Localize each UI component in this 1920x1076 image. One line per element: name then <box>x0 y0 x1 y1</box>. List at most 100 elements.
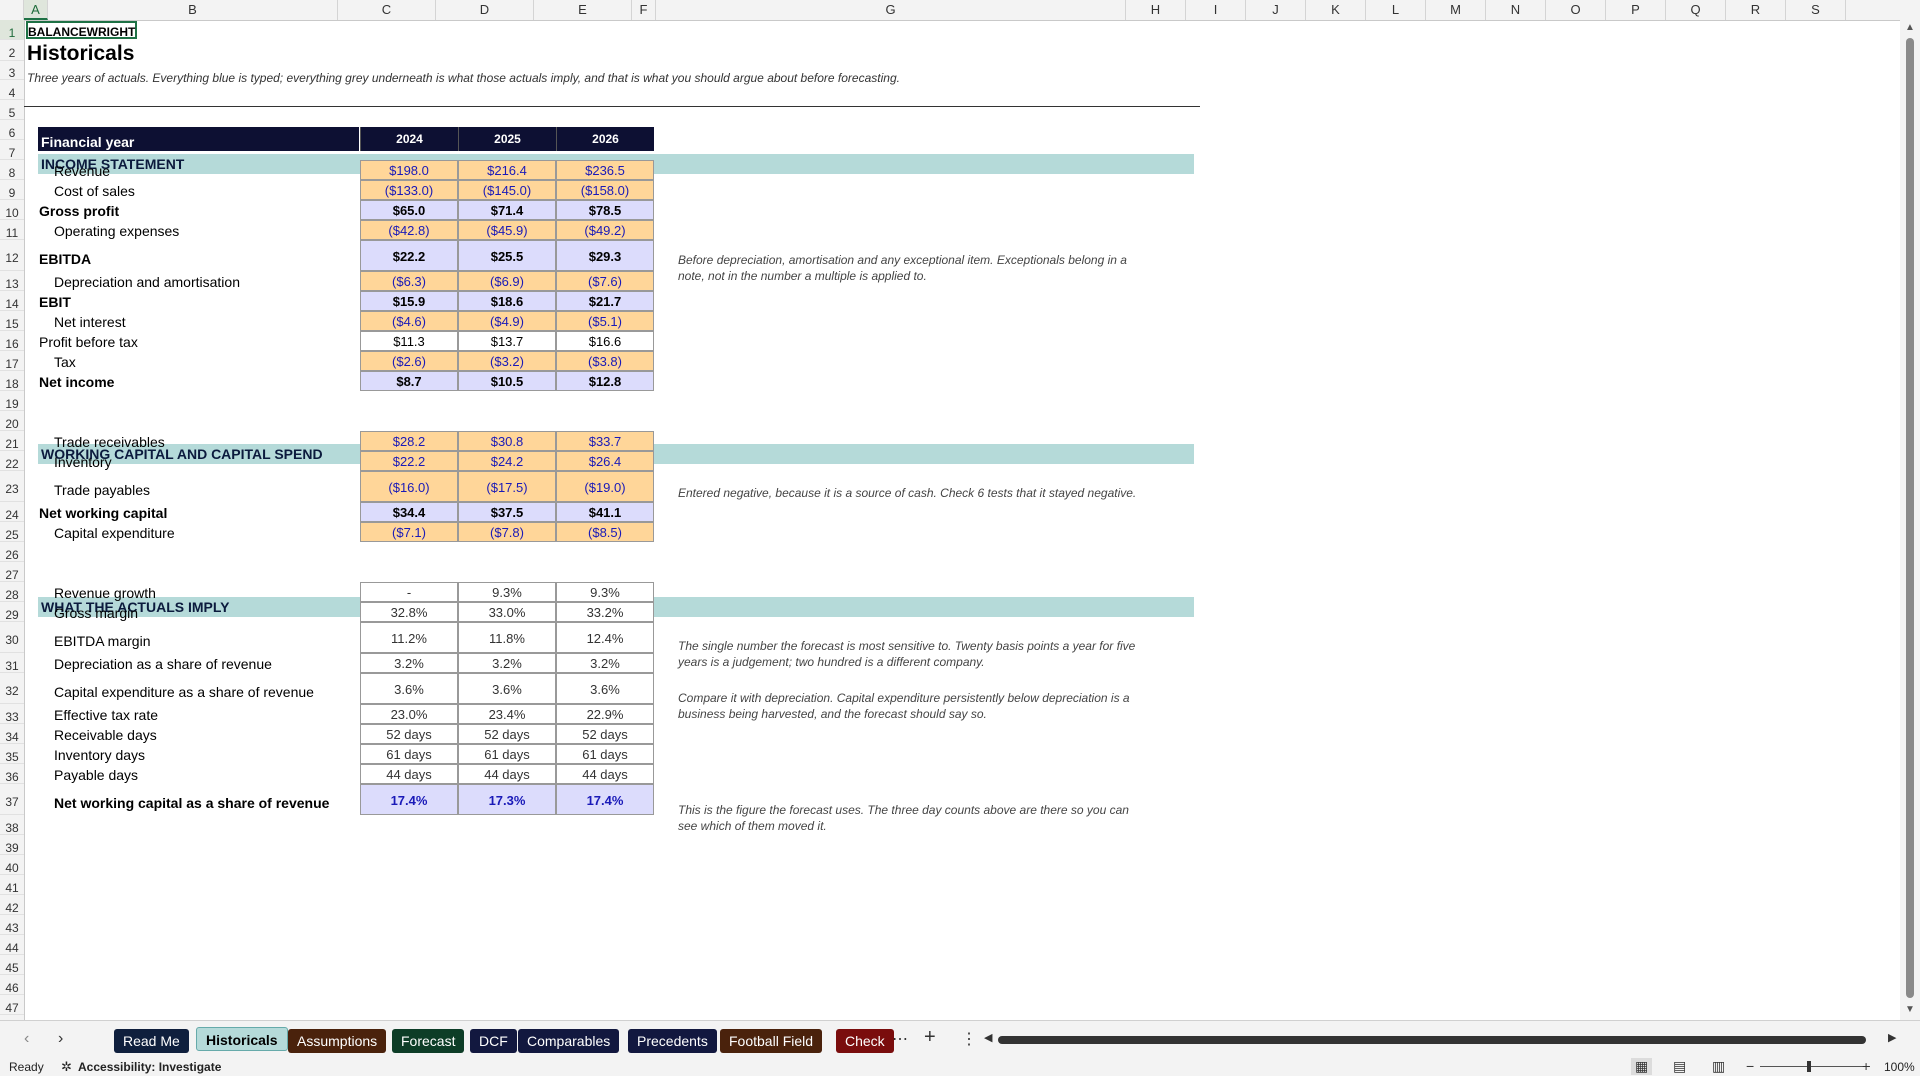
row-header-32[interactable]: 32 <box>0 673 24 704</box>
value-cell[interactable]: ($6.9) <box>458 271 556 291</box>
value-cell[interactable]: ($133.0) <box>360 180 458 200</box>
row-header-15[interactable]: 15 <box>0 311 24 331</box>
value-cell[interactable]: $22.2 <box>360 240 458 271</box>
sheet-tab-football-field[interactable]: Football Field <box>720 1029 823 1053</box>
row-header-28[interactable]: 28 <box>0 582 24 602</box>
row-header-8[interactable]: 8 <box>0 160 24 180</box>
value-cell[interactable]: $37.5 <box>458 502 556 522</box>
sheet-tab-precedents[interactable]: Precedents <box>628 1029 717 1053</box>
sheet-tab-assumptions[interactable]: Assumptions <box>288 1029 387 1053</box>
row-header-38[interactable]: 38 <box>0 815 24 835</box>
zoom-slider-handle[interactable] <box>1807 1061 1811 1072</box>
row-header-14[interactable]: 14 <box>0 291 24 311</box>
value-cell[interactable]: ($19.0) <box>556 471 654 502</box>
zoom-out-icon[interactable]: − <box>1746 1058 1754 1074</box>
sheet-tab-historicals[interactable]: Historicals <box>196 1027 288 1051</box>
value-cell[interactable]: $12.8 <box>556 371 654 391</box>
column-header-j[interactable]: J <box>1246 0 1306 20</box>
zoom-level[interactable]: 100% <box>1884 1060 1915 1074</box>
column-header-l[interactable]: L <box>1366 0 1426 20</box>
value-cell[interactable]: $78.5 <box>556 200 654 220</box>
column-header-p[interactable]: P <box>1606 0 1666 20</box>
value-cell[interactable]: 44 days <box>458 764 556 784</box>
value-cell[interactable]: 44 days <box>360 764 458 784</box>
row-header-23[interactable]: 23 <box>0 471 24 502</box>
vertical-scroll-thumb[interactable] <box>1906 38 1914 998</box>
value-cell[interactable]: 22.9% <box>556 704 654 724</box>
value-cell[interactable]: $30.8 <box>458 431 556 451</box>
value-cell[interactable]: $11.3 <box>360 331 458 351</box>
value-cell[interactable]: ($6.3) <box>360 271 458 291</box>
value-cell[interactable]: ($3.2) <box>458 351 556 371</box>
more-tabs-icon[interactable]: ⋯ <box>892 1029 908 1049</box>
accessibility-icon[interactable]: ✲ <box>61 1059 72 1075</box>
value-cell[interactable]: $28.2 <box>360 431 458 451</box>
vertical-scrollbar[interactable]: ▲ ▼ <box>1900 20 1920 1020</box>
value-cell[interactable]: ($49.2) <box>556 220 654 240</box>
row-header-7[interactable]: 7 <box>0 140 24 160</box>
value-cell[interactable]: ($16.0) <box>360 471 458 502</box>
sheet-tab-comparables[interactable]: Comparables <box>518 1029 620 1053</box>
tab-prev-icon[interactable]: ‹ <box>24 1030 29 1048</box>
row-header-42[interactable]: 42 <box>0 895 24 915</box>
value-cell[interactable]: ($45.9) <box>458 220 556 240</box>
value-cell[interactable]: 61 days <box>360 744 458 764</box>
row-header-12[interactable]: 12 <box>0 240 24 271</box>
row-header-45[interactable]: 45 <box>0 955 24 975</box>
row-header-11[interactable]: 11 <box>0 220 24 240</box>
row-header-10[interactable]: 10 <box>0 200 24 220</box>
value-cell[interactable]: - <box>360 582 458 602</box>
value-cell[interactable]: $26.4 <box>556 451 654 471</box>
value-cell[interactable]: $41.1 <box>556 502 654 522</box>
value-cell[interactable]: 52 days <box>458 724 556 744</box>
row-header-41[interactable]: 41 <box>0 875 24 895</box>
sheet-tab-check[interactable]: Check <box>836 1029 894 1053</box>
row-header-40[interactable]: 40 <box>0 855 24 875</box>
value-cell[interactable]: ($7.6) <box>556 271 654 291</box>
value-cell[interactable]: $15.9 <box>360 291 458 311</box>
row-header-21[interactable]: 21 <box>0 431 24 451</box>
value-cell[interactable]: 9.3% <box>556 582 654 602</box>
value-cell[interactable]: $71.4 <box>458 200 556 220</box>
row-header-24[interactable]: 24 <box>0 502 24 522</box>
select-all-corner[interactable] <box>0 0 24 20</box>
value-cell[interactable]: ($17.5) <box>458 471 556 502</box>
scroll-down-icon[interactable]: ▼ <box>1905 1004 1915 1015</box>
row-header-4[interactable]: 4 <box>0 80 24 100</box>
row-header-25[interactable]: 25 <box>0 522 24 542</box>
row-header-27[interactable]: 27 <box>0 562 24 582</box>
column-header-q[interactable]: Q <box>1666 0 1726 20</box>
value-cell[interactable]: 44 days <box>556 764 654 784</box>
row-header-33[interactable]: 33 <box>0 704 24 724</box>
row-header-5[interactable]: 5 <box>0 100 24 120</box>
value-cell[interactable]: 3.6% <box>458 673 556 704</box>
value-cell[interactable]: 9.3% <box>458 582 556 602</box>
sheet-tab-forecast[interactable]: Forecast <box>392 1029 465 1053</box>
value-cell[interactable]: 32.8% <box>360 602 458 622</box>
row-header-20[interactable]: 20 <box>0 411 24 431</box>
add-sheet-icon[interactable]: + <box>924 1026 936 1049</box>
value-cell[interactable]: $8.7 <box>360 371 458 391</box>
value-cell[interactable]: 11.2% <box>360 622 458 653</box>
column-header-o[interactable]: O <box>1546 0 1606 20</box>
value-cell[interactable]: ($7.1) <box>360 522 458 542</box>
value-cell[interactable]: 3.6% <box>360 673 458 704</box>
value-cell[interactable]: $22.2 <box>360 451 458 471</box>
sheet-tab-read-me[interactable]: Read Me <box>114 1029 189 1053</box>
value-cell[interactable]: 33.0% <box>458 602 556 622</box>
value-cell[interactable]: 3.6% <box>556 673 654 704</box>
value-cell[interactable]: 11.8% <box>458 622 556 653</box>
value-cell[interactable]: ($2.6) <box>360 351 458 371</box>
sheet-options-icon[interactable]: ⋮ <box>961 1029 977 1049</box>
value-cell[interactable]: ($4.9) <box>458 311 556 331</box>
value-cell[interactable]: 23.4% <box>458 704 556 724</box>
row-header-47[interactable]: 47 <box>0 995 24 1015</box>
value-cell[interactable]: $21.7 <box>556 291 654 311</box>
row-header-16[interactable]: 16 <box>0 331 24 351</box>
row-header-39[interactable]: 39 <box>0 835 24 855</box>
value-cell[interactable]: $24.2 <box>458 451 556 471</box>
value-cell[interactable]: ($42.8) <box>360 220 458 240</box>
value-cell[interactable]: $236.5 <box>556 160 654 180</box>
value-cell[interactable]: 12.4% <box>556 622 654 653</box>
row-header-26[interactable]: 26 <box>0 542 24 562</box>
